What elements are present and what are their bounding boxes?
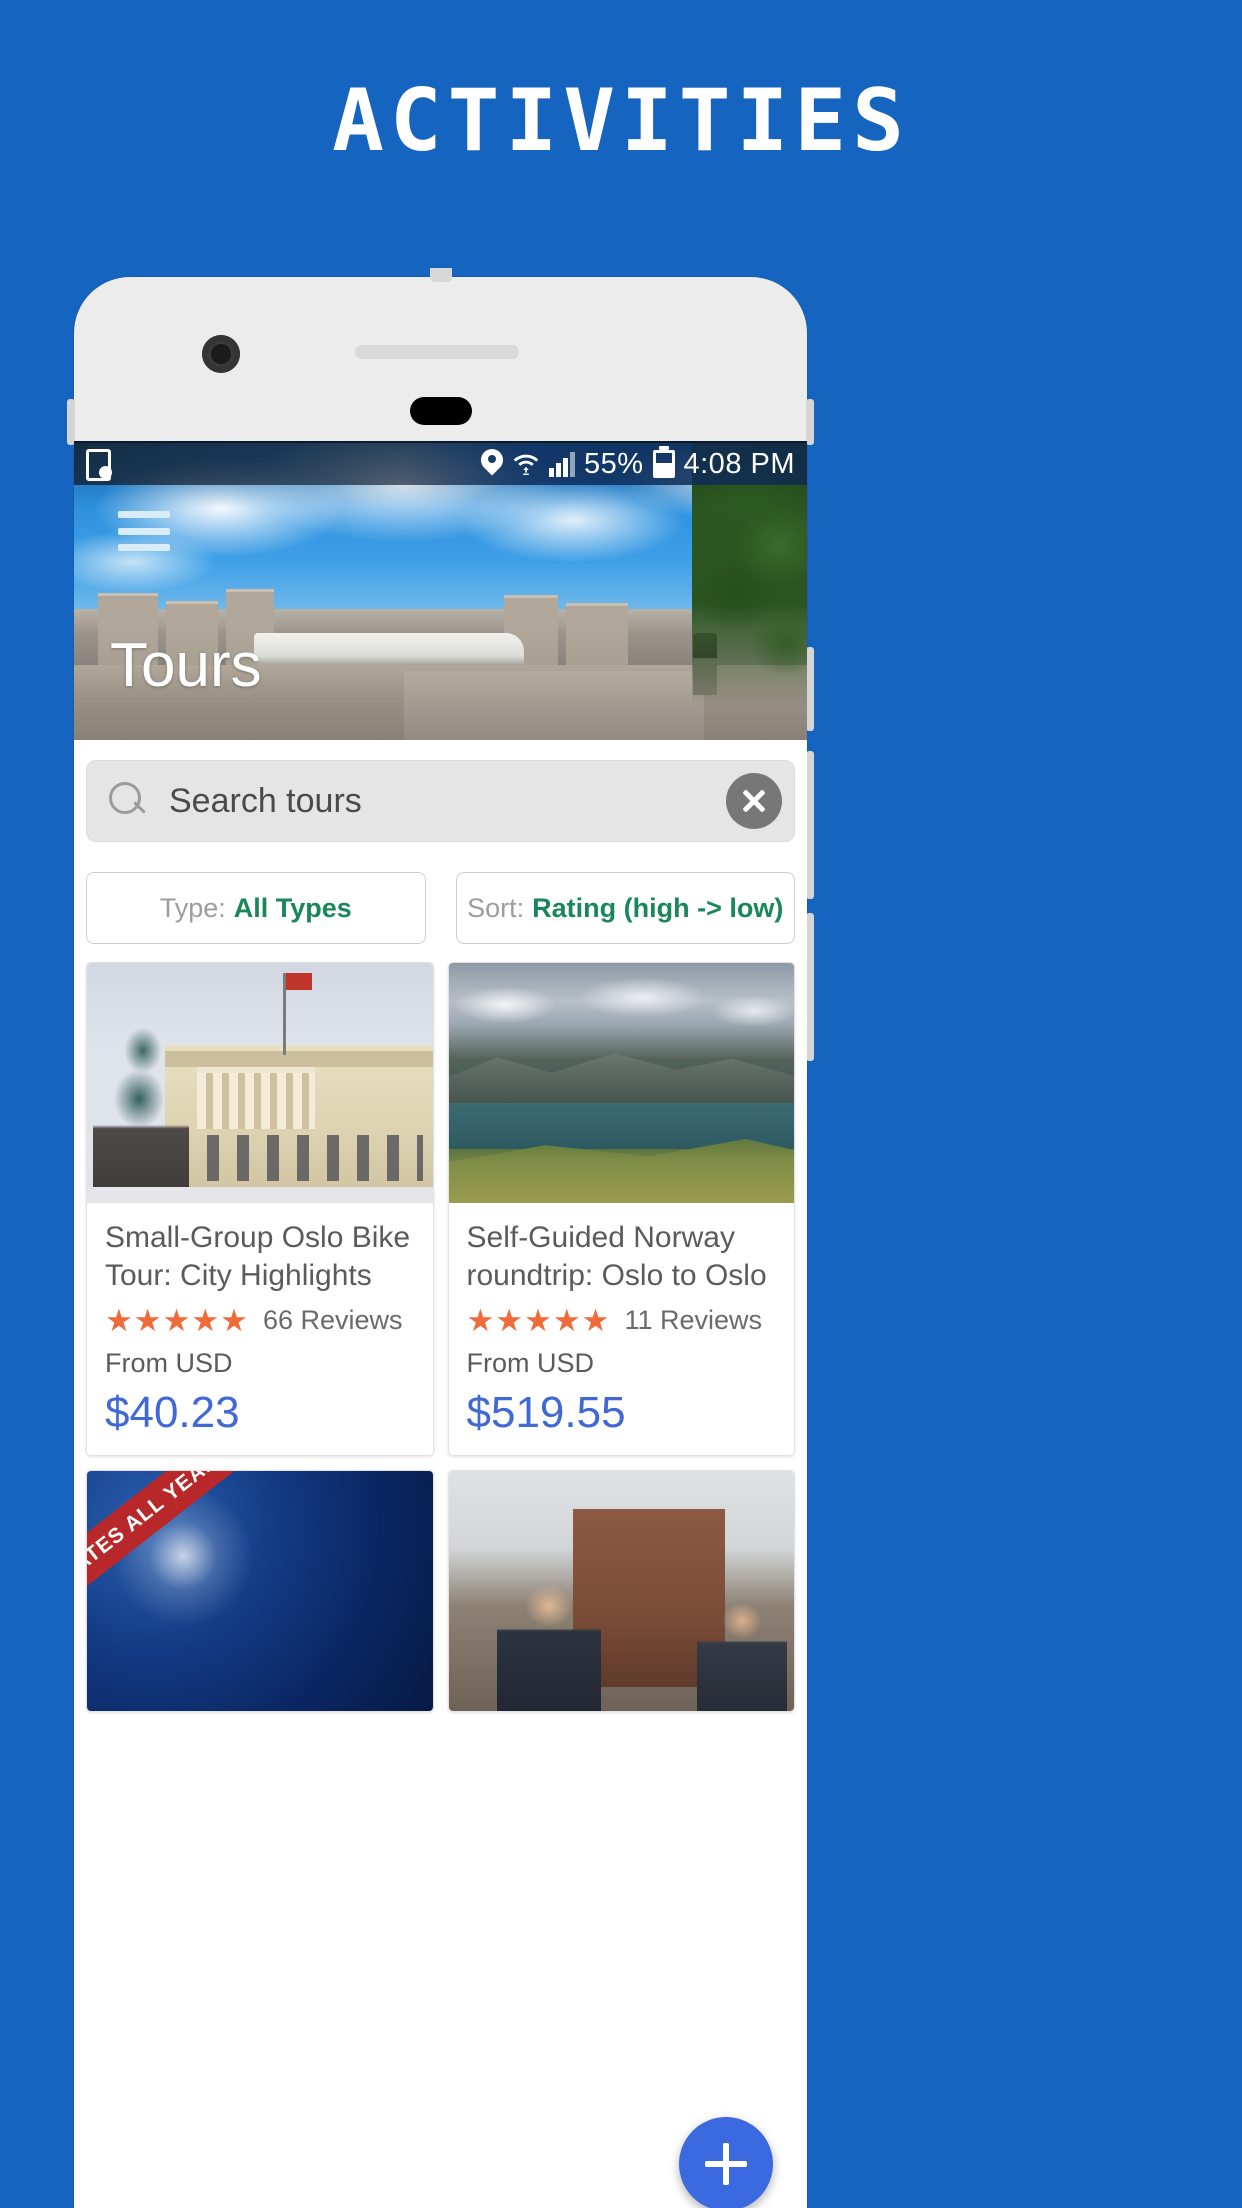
search-icon bbox=[109, 782, 147, 820]
tour-card-body: Self-Guided Norway roundtrip: Oslo to Os… bbox=[449, 1203, 795, 1455]
search-bar[interactable] bbox=[86, 760, 795, 842]
tour-card-title: Self-Guided Norway roundtrip: Oslo to Os… bbox=[466, 1221, 767, 1292]
phone-screen: Tours 55% 4:08 PM Search tours Type: All… bbox=[74, 441, 807, 2208]
filter-row: Type: All Types Sort: Rating (high -> lo… bbox=[74, 872, 807, 944]
phone-right-button-1[interactable] bbox=[806, 399, 814, 445]
tour-card-title: Small-Group Oslo Bike Tour: City Highlig… bbox=[105, 1221, 411, 1292]
phone-top-notch bbox=[429, 268, 452, 282]
hamburger-menu-icon[interactable] bbox=[118, 511, 170, 551]
battery-icon bbox=[652, 450, 675, 478]
hero-image: Tours bbox=[74, 443, 807, 740]
palace-columns bbox=[197, 1067, 315, 1129]
tour-card[interactable] bbox=[447, 1470, 795, 1712]
page-title: ACTIVITIES bbox=[332, 71, 910, 171]
review-count-label: 11 Reviews bbox=[624, 1305, 763, 1335]
tour-card-rating: ★★★★★ 66 Reviews bbox=[105, 1305, 415, 1336]
street-person bbox=[496, 1586, 601, 1711]
hero-title: Tours bbox=[110, 631, 262, 700]
cellular-signal-icon bbox=[548, 451, 575, 477]
star-rating-icon: ★★★★★ bbox=[466, 1303, 611, 1338]
hamburger-bar bbox=[118, 527, 170, 535]
tour-card[interactable]: Self-Guided Norway roundtrip: Oslo to Os… bbox=[447, 962, 795, 1456]
tour-price: $40.23 bbox=[105, 1388, 240, 1437]
battery-percent-label: 55% bbox=[583, 447, 644, 480]
phone-left-button[interactable] bbox=[67, 399, 75, 445]
tour-card-grid: Small-Group Oslo Bike Tour: City Highlig… bbox=[74, 962, 807, 1712]
type-filter-button[interactable]: Type: All Types bbox=[86, 872, 426, 944]
home-button[interactable] bbox=[409, 397, 472, 425]
review-count-label: 66 Reviews bbox=[262, 1305, 403, 1335]
hamburger-bar bbox=[118, 511, 170, 518]
type-filter-label: Type: bbox=[159, 892, 226, 923]
front-camera-icon bbox=[202, 335, 240, 373]
palace-flag bbox=[283, 973, 312, 1055]
sort-filter-button[interactable]: Sort: Rating (high -> low) bbox=[455, 872, 795, 944]
sort-filter-value: Rating (high -> low) bbox=[532, 892, 784, 923]
phone-right-button-2[interactable] bbox=[806, 647, 814, 731]
tour-card[interactable]: RATES ALL YEAR bbox=[86, 1470, 434, 1712]
star-rating-icon: ★★★★★ bbox=[105, 1303, 249, 1338]
status-bar-right: 55% 4:08 PM bbox=[481, 448, 795, 481]
tour-card-image bbox=[448, 1471, 794, 1711]
tour-card-body: Small-Group Oslo Bike Tour: City Highlig… bbox=[87, 1203, 433, 1455]
wifi-icon bbox=[513, 454, 539, 475]
screen-record-icon bbox=[86, 449, 112, 481]
palace-windows bbox=[177, 1135, 423, 1181]
location-pin-icon bbox=[481, 449, 503, 479]
phone-mockup: Tours 55% 4:08 PM Search tours Type: All… bbox=[67, 268, 814, 2208]
sort-filter-label: Sort: bbox=[467, 892, 525, 923]
hamburger-bar bbox=[118, 544, 170, 551]
status-bar-left bbox=[86, 449, 112, 481]
search-section bbox=[74, 740, 807, 842]
tour-card-image bbox=[87, 963, 433, 1203]
tour-price: $519.55 bbox=[466, 1388, 626, 1437]
tour-card-rating: ★★★★★ 11 Reviews bbox=[467, 1305, 777, 1336]
palace-snow bbox=[87, 1187, 433, 1203]
clock-label: 4:08 PM bbox=[683, 447, 795, 480]
clear-search-button[interactable] bbox=[726, 773, 782, 829]
type-filter-value: All Types bbox=[233, 892, 352, 923]
tour-card-image: RATES ALL YEAR bbox=[87, 1471, 433, 1711]
volume-up-button[interactable] bbox=[806, 751, 814, 899]
tour-card-image bbox=[448, 963, 794, 1203]
earpiece-speaker bbox=[355, 345, 519, 359]
from-currency-label: From USD bbox=[466, 1348, 595, 1378]
equestrian-statue bbox=[93, 1017, 189, 1203]
palace-roof bbox=[165, 1051, 433, 1067]
fjord-clouds bbox=[448, 967, 794, 1043]
street-person bbox=[697, 1600, 788, 1711]
tour-card[interactable]: Small-Group Oslo Bike Tour: City Highlig… bbox=[86, 962, 434, 1456]
status-bar: 55% 4:08 PM bbox=[74, 443, 807, 485]
volume-down-button[interactable] bbox=[806, 913, 814, 1061]
search-input[interactable] bbox=[169, 781, 726, 821]
from-currency-label: From USD bbox=[105, 1348, 233, 1378]
add-button[interactable] bbox=[679, 2117, 773, 2208]
